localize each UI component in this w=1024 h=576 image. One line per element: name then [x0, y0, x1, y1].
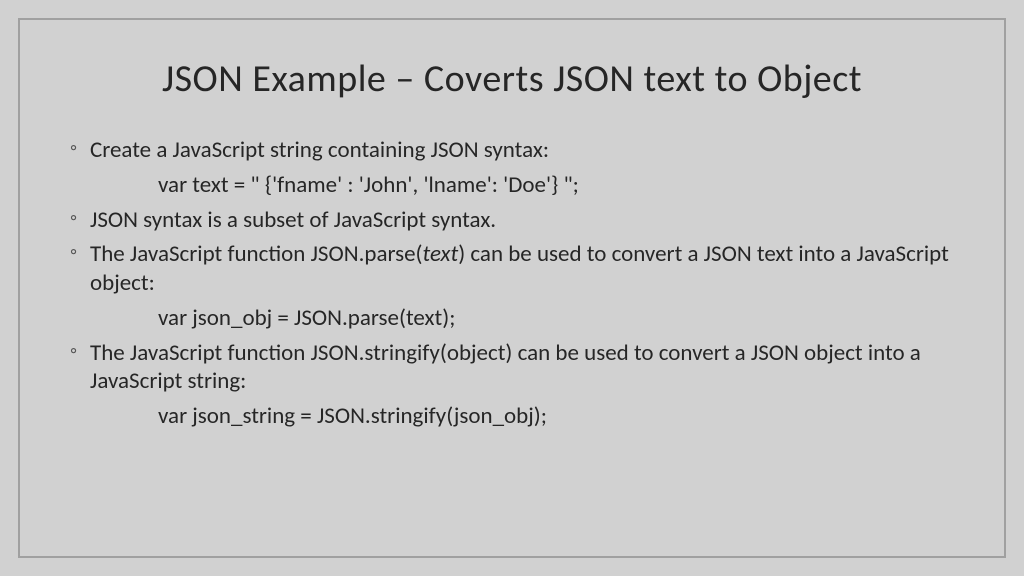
- list-item: JSON syntax is a subset of JavaScript sy…: [68, 206, 956, 235]
- slide-content: Create a JavaScript string containing JS…: [68, 136, 956, 431]
- item-text: JSON syntax is a subset of JavaScript sy…: [90, 206, 496, 234]
- list-item: The JavaScript function JSON.stringify(o…: [68, 339, 956, 397]
- item-text: The JavaScript function JSON.stringify(o…: [90, 339, 921, 396]
- code-line: var text = " {'fname' : 'John', 'lname':…: [68, 171, 956, 200]
- item-text-italic: text: [423, 240, 459, 268]
- list-item: Create a JavaScript string containing JS…: [68, 136, 956, 165]
- slide-frame: JSON Example – Coverts JSON text to Obje…: [18, 18, 1006, 558]
- slide-title: JSON Example – Coverts JSON text to Obje…: [68, 56, 956, 102]
- item-text: Create a JavaScript string containing JS…: [90, 136, 549, 164]
- code-line: var json_string = JSON.stringify(json_ob…: [68, 402, 956, 431]
- list-item: The JavaScript function JSON.parse(text)…: [68, 240, 956, 298]
- code-line: var json_obj = JSON.parse(text);: [68, 304, 956, 333]
- item-text-pre: The JavaScript function JSON.parse(: [90, 240, 423, 268]
